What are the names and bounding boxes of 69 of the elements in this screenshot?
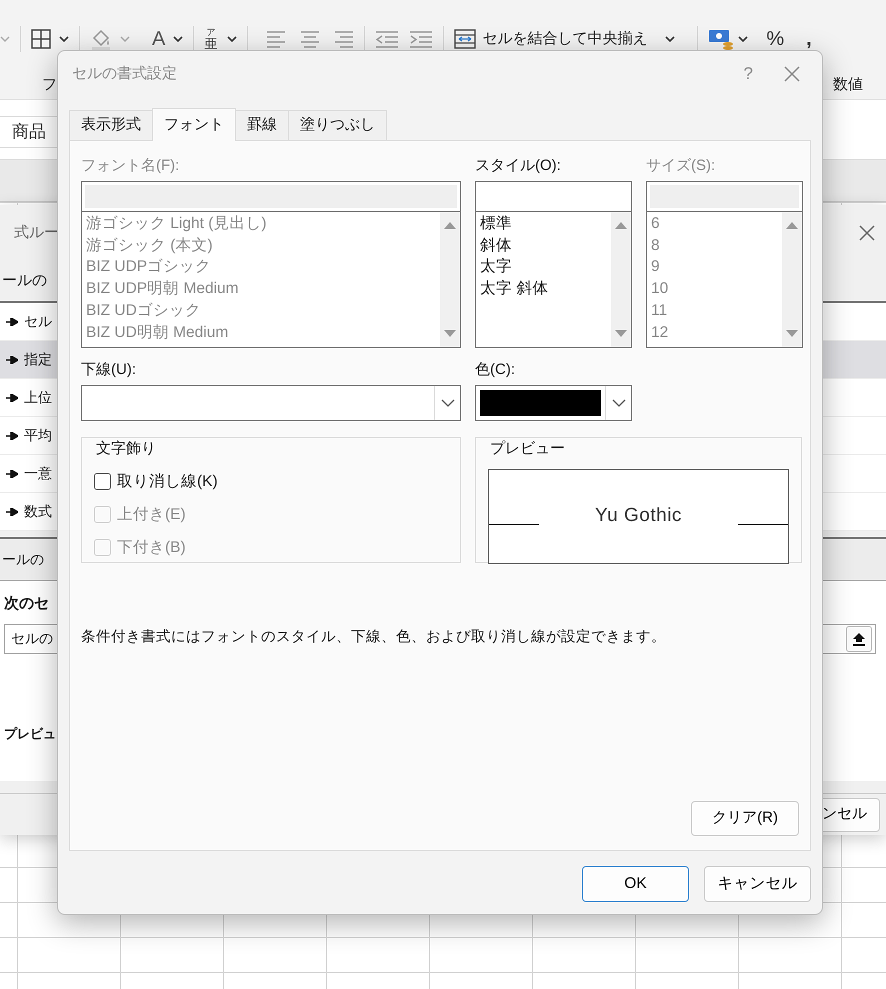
- caret-icon[interactable]: [665, 36, 676, 42]
- cancel-button[interactable]: キャンセル: [704, 866, 811, 902]
- underline-dropdown[interactable]: [81, 385, 461, 421]
- align-center-icon[interactable]: [300, 29, 320, 49]
- chevron-down-icon: [440, 399, 454, 407]
- field-label: 下線(U):: [81, 360, 137, 380]
- field-label: サイズ(S):: [646, 156, 716, 176]
- tab[interactable]: 表示形式: [69, 110, 153, 140]
- list-item[interactable]: 斜体: [480, 234, 607, 256]
- align-right-icon[interactable]: [334, 29, 354, 49]
- currency-icon[interactable]: [708, 27, 734, 51]
- paint-bucket-icon[interactable]: [90, 28, 112, 50]
- arrow-icon: [6, 394, 18, 402]
- chevron-down-icon: [612, 399, 626, 407]
- preview-sample: Yu Gothic: [595, 504, 682, 528]
- color-dropdown[interactable]: [475, 385, 632, 421]
- scroll-up-icon[interactable]: [443, 220, 457, 230]
- decrease-indent-icon[interactable]: [375, 29, 400, 49]
- borders-icon[interactable]: [31, 29, 51, 49]
- note-text: 条件付き書式にはフォントのスタイル、下線、色、および取り消し線が設定できます。: [81, 628, 667, 647]
- field-label: フォント名(F):: [81, 156, 180, 176]
- percent-style-button[interactable]: %: [766, 29, 784, 49]
- caret-icon[interactable]: [59, 36, 69, 42]
- value-field[interactable]: セルの: [11, 628, 53, 649]
- tab[interactable]: フォント: [152, 108, 236, 141]
- arrow-icon: [6, 470, 18, 478]
- arrow-icon: [6, 318, 18, 326]
- font-color-button[interactable]: A: [152, 29, 166, 49]
- increase-indent-icon[interactable]: [409, 29, 434, 49]
- scroll-up-icon[interactable]: [614, 220, 628, 230]
- scroll-up-icon[interactable]: [785, 220, 799, 230]
- phonetic-guide-button[interactable]: ア 亜: [204, 28, 218, 50]
- arrow-icon: [6, 356, 18, 364]
- checkbox-label[interactable]: 取り消し線(K): [117, 470, 218, 494]
- list-item[interactable]: 標準: [480, 213, 607, 235]
- arrow-icon: [6, 432, 18, 440]
- upload-icon: [852, 632, 866, 646]
- tab[interactable]: 塗りつぶし: [288, 110, 387, 140]
- dialog-title: セルの書式設定: [72, 64, 177, 84]
- ok-button[interactable]: OK: [582, 866, 689, 902]
- group-label: フ: [42, 75, 57, 95]
- caret-icon[interactable]: [173, 36, 184, 42]
- dialog-title: 式ルー: [13, 222, 59, 243]
- scroll-down-icon[interactable]: [443, 329, 457, 339]
- merge-center-button[interactable]: セルを結合して中央揃え: [454, 28, 652, 50]
- field-label: 次のセ: [4, 594, 50, 614]
- field-label: スタイル(O):: [475, 156, 562, 176]
- close-button[interactable]: [858, 224, 876, 242]
- checkbox[interactable]: [94, 473, 111, 490]
- scroll-down-icon[interactable]: [614, 329, 628, 339]
- list-box[interactable]: 標準 斜体 太字 太字 斜体: [475, 211, 632, 348]
- close-button[interactable]: [783, 65, 801, 83]
- preview-label: プレビュ: [4, 724, 57, 742]
- sheet-tab[interactable]: 商品: [0, 116, 59, 148]
- clear-button[interactable]: クリア(R): [691, 801, 799, 836]
- collapse-button[interactable]: [846, 626, 872, 652]
- caret-icon[interactable]: [738, 36, 748, 42]
- caret-icon[interactable]: [227, 36, 238, 42]
- text-field[interactable]: [81, 181, 461, 211]
- merge-cells-icon: [454, 29, 476, 49]
- list-item[interactable]: 太字 斜体: [480, 278, 607, 300]
- group-label: 数値: [833, 75, 863, 95]
- scroll-down-icon[interactable]: [785, 329, 799, 339]
- text-field[interactable]: [646, 181, 803, 211]
- arrow-icon: [6, 508, 18, 516]
- comma-style-button[interactable]: ,: [806, 29, 812, 49]
- text-field[interactable]: [475, 181, 632, 211]
- field-label: 色(C):: [475, 360, 516, 380]
- align-left-icon[interactable]: [266, 29, 286, 49]
